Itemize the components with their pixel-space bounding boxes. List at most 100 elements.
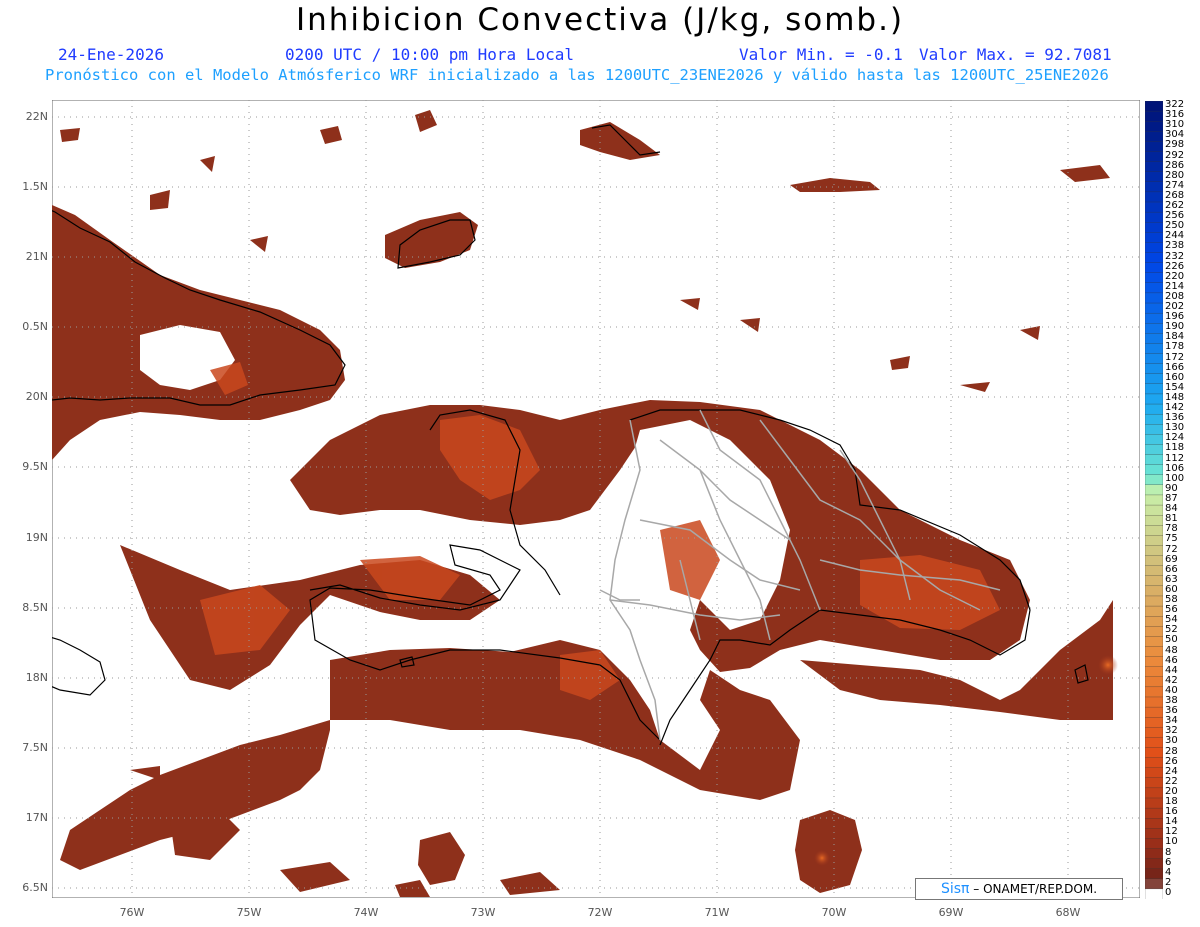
legend-level-label: 8	[1165, 846, 1172, 858]
legend-swatch	[1145, 686, 1163, 698]
legend-swatch	[1145, 454, 1163, 466]
legend-level-label: 0	[1165, 886, 1172, 898]
legend-level-label: 118	[1165, 442, 1185, 454]
legend-swatch	[1145, 717, 1163, 728]
legend-swatch	[1145, 302, 1163, 314]
legend-swatch	[1145, 252, 1163, 264]
legend-swatch	[1145, 141, 1163, 153]
legend-swatch	[1145, 787, 1163, 799]
lat-label-20n: 20N	[25, 390, 48, 403]
map-title: Inhibicion Convectiva (J/kg, somb.)	[295, 2, 905, 38]
legend-swatch	[1145, 848, 1163, 860]
legend-level-label: 50	[1165, 634, 1178, 646]
legend-level-label: 28	[1165, 745, 1178, 757]
lat-label-17.5n: 7.5N	[22, 741, 48, 754]
lat-label-20.5n: 0.5N	[22, 320, 48, 333]
legend-swatch	[1145, 434, 1163, 446]
legend-swatch	[1145, 161, 1163, 173]
legend-swatch	[1145, 585, 1163, 597]
legend-swatch	[1145, 272, 1163, 284]
legend-swatch	[1145, 646, 1163, 658]
legend-swatch	[1145, 565, 1163, 577]
legend-swatch	[1145, 525, 1163, 537]
legend-swatch	[1145, 757, 1163, 769]
legend-level-label: 72	[1165, 543, 1178, 555]
lat-label-18.5n: 8.5N	[22, 601, 48, 614]
legend-level-label: 30	[1165, 735, 1178, 747]
lat-label-19.5n: 9.5N	[22, 460, 48, 473]
legend-swatch	[1145, 878, 1163, 890]
legend-swatch	[1145, 181, 1163, 193]
legend-swatch	[1145, 312, 1163, 324]
legend-swatch	[1145, 807, 1163, 819]
forecast-date: 24-Ene-2026	[58, 45, 164, 64]
legend-swatch	[1145, 514, 1163, 526]
legend-swatch	[1145, 464, 1163, 476]
legend-swatch	[1145, 555, 1163, 567]
legend-swatch	[1145, 535, 1163, 547]
legend-swatch	[1145, 413, 1163, 425]
legend-swatch	[1145, 828, 1163, 840]
legend-level-label: 10	[1165, 836, 1178, 848]
lat-label-21n: 21N	[25, 250, 48, 263]
lat-label-17n: 17N	[25, 811, 48, 824]
lon-label-71w: 71W	[704, 906, 730, 919]
legend-swatch	[1145, 403, 1163, 415]
legend-swatch	[1145, 484, 1163, 496]
legend-swatch	[1145, 494, 1163, 506]
legend-swatch	[1145, 201, 1163, 213]
legend-swatch	[1145, 888, 1163, 899]
lon-label-68w: 68W	[1055, 906, 1081, 919]
legend-swatch	[1145, 696, 1163, 708]
legend-swatch	[1145, 211, 1163, 223]
lat-label-21.5n: 1.5N	[22, 180, 48, 193]
forecast-time: 0200 UTC / 10:00 pm Hora Local	[285, 45, 574, 64]
legend-swatch	[1145, 626, 1163, 638]
lon-label-73w: 73W	[470, 906, 496, 919]
legend-swatch	[1145, 474, 1163, 486]
legend-swatch	[1145, 131, 1163, 143]
legend-swatch	[1145, 777, 1163, 789]
min-value-label: Valor Min. = -0.1	[739, 45, 903, 64]
legend-swatch	[1145, 110, 1163, 122]
legend-swatch	[1145, 767, 1163, 779]
legend-swatch	[1145, 333, 1163, 345]
legend-swatch	[1145, 353, 1163, 365]
legend-swatch	[1145, 616, 1163, 627]
legend-swatch	[1145, 747, 1163, 759]
credit-box: Sisπ – ONAMET/REP.DOM.	[915, 878, 1123, 900]
legend-swatch	[1145, 605, 1163, 617]
lon-label-69w: 69W	[938, 906, 964, 919]
legend-level-label: 232	[1165, 250, 1185, 262]
lon-label-76w: 76W	[119, 906, 145, 919]
legend-swatch	[1145, 292, 1163, 304]
legend-level-label: 238	[1165, 240, 1185, 252]
legend-swatch	[1145, 424, 1163, 435]
legend-swatch	[1145, 262, 1163, 274]
sispi-logo: Sisπ	[940, 881, 970, 897]
legend-swatch	[1145, 373, 1163, 385]
legend-swatch	[1145, 151, 1163, 163]
legend-swatch	[1145, 383, 1163, 395]
legend-swatch	[1145, 242, 1163, 254]
lon-label-74w: 74W	[353, 906, 379, 919]
legend-swatch	[1145, 575, 1163, 587]
legend-swatch	[1145, 101, 1163, 112]
legend-swatch	[1145, 282, 1163, 294]
lat-label-16.5n: 6.5N	[22, 881, 48, 894]
cin-map	[52, 100, 1140, 898]
legend-level-label: 172	[1165, 351, 1185, 363]
legend-level-label: 292	[1165, 149, 1185, 161]
lat-label-22n: 22N	[25, 110, 48, 123]
legend-swatch	[1145, 363, 1163, 375]
lat-label-18n: 18N	[25, 671, 48, 684]
credit-text: – ONAMET/REP.DOM.	[969, 882, 1098, 896]
legend-swatch	[1145, 797, 1163, 809]
legend-swatch	[1145, 545, 1163, 557]
legend-swatch	[1145, 444, 1163, 456]
legend-swatch	[1145, 232, 1163, 244]
legend-swatch	[1145, 656, 1163, 668]
legend-swatch	[1145, 323, 1163, 334]
legend-swatch	[1145, 393, 1163, 405]
legend-swatch	[1145, 121, 1163, 132]
